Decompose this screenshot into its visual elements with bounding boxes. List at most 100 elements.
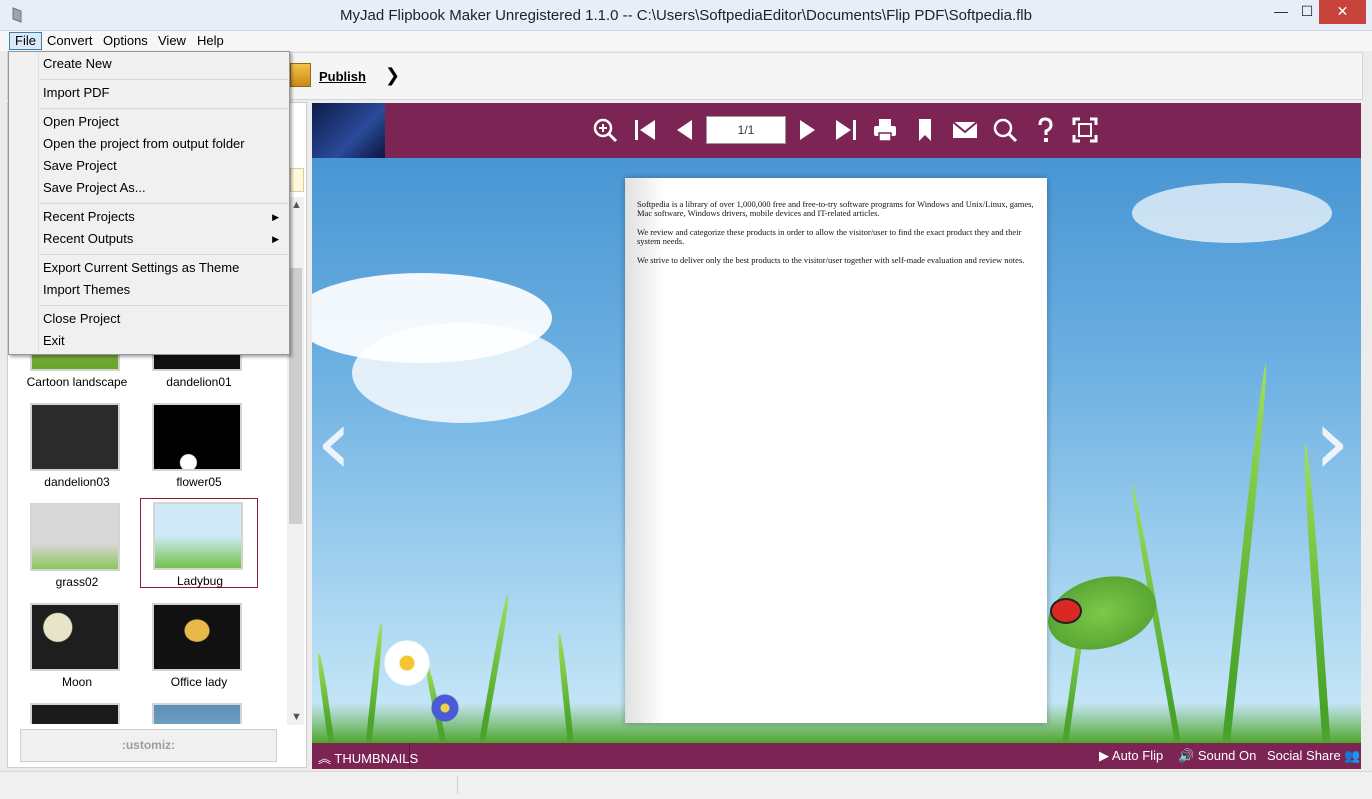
menu-gutter <box>38 52 39 354</box>
thumbnails-button[interactable]: ︽ THUMBNAILS <box>318 748 418 767</box>
next-page-arrow-icon[interactable]: › <box>1314 398 1350 488</box>
logo <box>312 103 385 158</box>
page-paragraph: We review and categorize these products … <box>637 227 1022 246</box>
print-icon[interactable] <box>870 115 900 145</box>
last-page-icon[interactable] <box>831 115 861 145</box>
previous-page-icon[interactable] <box>670 115 700 145</box>
daisy-decoration <box>382 638 432 688</box>
auto-flip-button[interactable]: ▶ Auto Flip <box>1099 748 1163 764</box>
menu-separator <box>40 254 288 255</box>
publish-button[interactable]: Publish <box>319 69 366 84</box>
viewer-toolbar: 1/1 <box>312 103 1361 158</box>
title-bar: MyJad Flipbook Maker Unregistered 1.1.0 … <box>0 0 1372 31</box>
theme-label: Moon <box>61 675 93 689</box>
theme-label: Ladybug <box>176 574 224 588</box>
page-paragraph: We strive to deliver only the best produ… <box>637 255 1025 265</box>
page-number-input[interactable]: 1/1 <box>706 116 786 144</box>
menu-recent-outputs[interactable]: Recent Outputs ▶ <box>43 229 287 249</box>
menu-separator <box>40 305 288 306</box>
menu-open-project[interactable]: Open Project <box>43 112 287 132</box>
theme-item[interactable] <box>140 700 258 724</box>
menu-separator <box>40 108 288 109</box>
menu-exit[interactable]: Exit <box>43 331 287 351</box>
menu-import-pdf[interactable]: Import PDF <box>43 83 287 103</box>
theme-item[interactable]: Moon <box>18 600 136 690</box>
theme-label: dandelion01 <box>166 375 232 389</box>
menu-bar: File Convert Options View Help <box>0 31 1372 51</box>
theme-item[interactable]: grass02 <box>18 500 136 590</box>
theme-label: dandelion03 <box>44 475 110 489</box>
theme-thumbnail <box>30 603 120 671</box>
menu-help[interactable]: Help <box>192 32 229 50</box>
next-page-icon[interactable] <box>792 115 822 145</box>
help-icon[interactable] <box>1030 115 1060 145</box>
publish-icon[interactable] <box>290 63 311 87</box>
menu-save-project[interactable]: Save Project <box>43 156 287 176</box>
theme-label: flower05 <box>176 475 222 489</box>
flower-decoration <box>430 693 460 723</box>
scroll-thumb[interactable] <box>289 268 302 524</box>
menu-import-themes[interactable]: Import Themes <box>43 280 287 300</box>
scroll-down-icon[interactable]: ▼ <box>291 711 302 723</box>
flipbook-viewer: 1/1 Softpedia is a library of over 1,000… <box>312 103 1361 769</box>
theme-item[interactable]: flower05 <box>140 400 258 490</box>
search-icon[interactable] <box>990 115 1020 145</box>
menu-recent-projects[interactable]: Recent Projects ▶ <box>43 207 287 227</box>
menu-options[interactable]: Options <box>98 32 153 50</box>
submenu-arrow-icon: ▶ <box>272 212 279 222</box>
theme-label: Cartoon landscape <box>26 375 128 389</box>
prev-page-arrow-icon[interactable]: ‹ <box>316 398 352 488</box>
theme-item[interactable]: dandelion03 <box>18 400 136 490</box>
zoom-in-icon[interactable] <box>590 115 620 145</box>
maximize-button[interactable]: ☐ <box>1292 0 1322 24</box>
theme-thumbnail <box>30 403 120 471</box>
sound-label: Sound On <box>1197 748 1257 763</box>
toolbar-more-icon[interactable]: ❯ <box>385 65 400 86</box>
menu-close-project[interactable]: Close Project <box>43 309 287 329</box>
sound-button[interactable]: 🔊 Sound On <box>1178 748 1256 764</box>
customize-button[interactable]: :ustomiz: <box>20 729 277 762</box>
social-share-label: Social Share <box>1267 748 1341 763</box>
chevron-up-icon: ︽ <box>318 751 332 766</box>
email-icon[interactable] <box>950 115 980 145</box>
fullscreen-icon[interactable] <box>1070 115 1100 145</box>
theme-label: grass02 <box>55 575 99 589</box>
social-share-button[interactable]: Social Share 👥 <box>1267 748 1361 764</box>
theme-thumbnail <box>30 503 120 571</box>
thumbnails-label: THUMBNAILS <box>334 751 419 766</box>
theme-thumbnail <box>153 502 243 570</box>
theme-thumbnail <box>30 703 120 724</box>
theme-thumbnail <box>152 603 242 671</box>
theme-item[interactable] <box>18 700 136 724</box>
menu-separator <box>40 203 288 204</box>
menu-open-from-output[interactable]: Open the project from output folder <box>43 134 287 154</box>
menu-file[interactable]: File <box>9 32 42 50</box>
status-bar <box>0 771 1372 799</box>
menu-convert[interactable]: Convert <box>42 32 98 50</box>
menu-view[interactable]: View <box>153 32 191 50</box>
theme-item-selected[interactable]: Ladybug <box>140 498 258 588</box>
first-page-icon[interactable] <box>630 115 660 145</box>
book-page[interactable]: Softpedia is a library of over 1,000,000… <box>625 178 1047 723</box>
theme-thumbnail <box>152 403 242 471</box>
menu-recent-projects-label: Recent Projects <box>43 209 135 224</box>
menu-create-new[interactable]: Create New <box>43 54 287 74</box>
auto-flip-label: Auto Flip <box>1111 748 1164 763</box>
file-menu: Create New Import PDF Open Project Open … <box>8 51 290 355</box>
menu-recent-outputs-label: Recent Outputs <box>43 231 134 246</box>
scroll-up-icon[interactable]: ▲ <box>291 199 302 211</box>
theme-item[interactable]: Office lady <box>140 600 258 690</box>
submenu-arrow-icon: ▶ <box>272 234 279 244</box>
theme-thumbnail <box>152 703 242 724</box>
menu-save-project-as[interactable]: Save Project As... <box>43 178 287 198</box>
theme-field[interactable] <box>290 168 304 192</box>
bookmark-icon[interactable] <box>910 115 940 145</box>
viewer-footer: ︽ THUMBNAILS ▶ Auto Flip 🔊 Sound On Soci… <box>312 743 1361 769</box>
page-paragraph: Softpedia is a library of over 1,000,000… <box>637 199 1034 218</box>
footer-divider <box>409 743 410 769</box>
close-button[interactable]: ✕ <box>1319 0 1366 24</box>
page-shadow <box>625 178 665 723</box>
cloud-decoration <box>1132 183 1332 243</box>
menu-export-theme[interactable]: Export Current Settings as Theme <box>43 258 287 278</box>
people-icon: 👥 <box>1344 748 1361 763</box>
